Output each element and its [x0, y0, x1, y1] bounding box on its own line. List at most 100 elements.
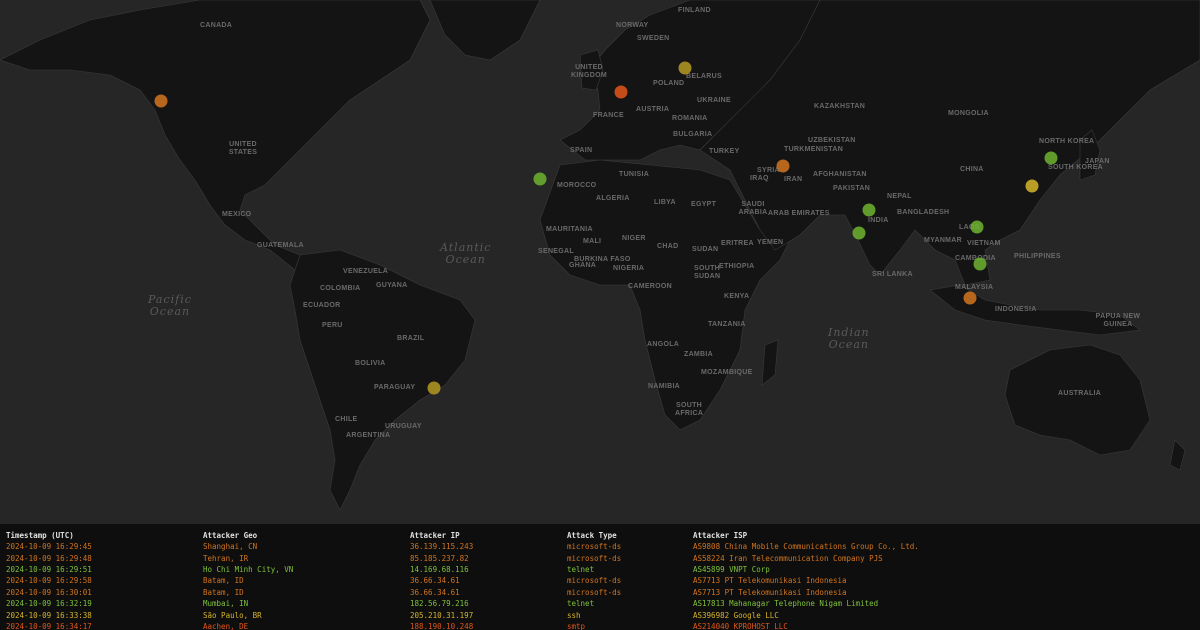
country-label: COLOMBIA — [320, 285, 361, 292]
land-south-america — [289, 249, 476, 511]
attack-log-panel: Timestamp (UTC) Attacker Geo Attacker IP… — [0, 524, 1200, 630]
cell-ip: 85.185.237.82 — [410, 553, 469, 563]
country-label: ANGOLA — [647, 341, 680, 348]
cell-isp: AS396982 Google LLC — [693, 610, 779, 620]
country-label: UNITED STATES — [228, 141, 258, 156]
country-label: FRANCE — [593, 112, 624, 119]
country-label: GUATEMALA — [257, 242, 304, 249]
country-label: NAMIBIA — [648, 383, 681, 390]
country-label: CHAD — [657, 243, 679, 250]
header-timestamp: Timestamp (UTC) — [6, 530, 74, 540]
attack-dot-paris[interactable] — [614, 85, 628, 99]
cell-ip: 36.66.34.61 — [410, 587, 460, 597]
country-label: UNITED KINGDOM — [571, 64, 607, 79]
country-label: ROMANIA — [672, 115, 708, 122]
country-label: ARGENTINA — [346, 432, 391, 439]
country-label: SAUDI ARABIA — [738, 201, 768, 216]
country-label: MOZAMBIQUE — [701, 369, 753, 376]
country-label: SRI LANKA — [872, 271, 913, 278]
country-label: AUSTRIA — [636, 106, 670, 113]
country-label: ALGERIA — [596, 195, 630, 202]
country-label: FINLAND — [678, 7, 711, 14]
cell-isp: AS214040 KPROHOST LLC — [693, 621, 788, 630]
attack-dot-hanoi[interactable] — [970, 220, 984, 234]
country-label: BOLIVIA — [355, 360, 386, 367]
country-label: MYANMAR — [924, 237, 963, 244]
attack-dot-batam[interactable] — [963, 291, 977, 305]
country-label: VIETNAM — [967, 240, 1001, 247]
country-label: LIBYA — [654, 199, 676, 206]
country-label: NORWAY — [616, 22, 649, 29]
country-label: UKRAINE — [697, 97, 731, 104]
cell-type: telnet — [567, 599, 595, 609]
cell-isp: AS58224 Iran Telecommunication Company P… — [693, 553, 883, 563]
country-label: MAURITANIA — [546, 226, 593, 233]
header-attacker-geo: Attacker Geo — [203, 530, 258, 540]
attack-dot-hochiminh[interactable] — [973, 257, 987, 271]
country-label: BELARUS — [686, 73, 722, 80]
attack-dot-canary[interactable] — [533, 172, 547, 186]
table-row: 2024-10-09 16:29:51 Ho Chi Minh City, VN… — [6, 564, 1193, 575]
land-north-america — [0, 0, 431, 271]
country-label: POLAND — [653, 80, 685, 87]
country-label: NORTH KOREA — [1039, 138, 1095, 145]
cell-geo: Batam, ID — [203, 576, 244, 586]
country-label: SOUTH KOREA — [1048, 164, 1104, 171]
cell-type: smtp — [567, 621, 586, 630]
country-label: TANZANIA — [708, 321, 746, 328]
attack-dot-shanghai[interactable] — [1025, 179, 1039, 193]
cell-type: microsoft-ds — [567, 553, 622, 563]
country-label: PHILIPPINES — [1014, 253, 1061, 260]
cell-geo: Batam, ID — [203, 587, 244, 597]
cell-timestamp: 2024-10-09 16:32:19 — [6, 599, 92, 609]
country-label: TUNISIA — [619, 171, 650, 178]
country-label: ECUADOR — [303, 302, 341, 309]
cell-geo: Shanghai, CN — [203, 542, 258, 552]
cell-type: microsoft-ds — [567, 587, 622, 597]
land-new-zealand — [1169, 439, 1186, 471]
table-row: 2024-10-09 16:32:19 Mumbai, IN 182.56.79… — [6, 598, 1193, 609]
country-label: SWEDEN — [637, 35, 670, 42]
cell-type: microsoft-ds — [567, 576, 622, 586]
country-label: MONGOLIA — [948, 110, 989, 117]
country-label: ERITREA — [721, 240, 754, 247]
attack-dot-korea[interactable] — [1044, 151, 1058, 165]
table-row: 2024-10-09 16:34:17 Aachen, DE 188.190.1… — [6, 621, 1193, 630]
country-label: NIGER — [622, 235, 646, 242]
cell-isp: AS17813 Mahanagar Telephone Nigam Limite… — [693, 599, 879, 609]
attack-dot-mumbai[interactable] — [852, 226, 866, 240]
attack-log-table: Timestamp (UTC) Attacker Geo Attacker IP… — [6, 529, 1193, 630]
cell-geo: Ho Chi Minh City, VN — [203, 564, 294, 574]
country-label: KAZAKHSTAN — [814, 103, 866, 110]
country-label: PARAGUAY — [374, 384, 416, 391]
world-map[interactable]: Atlantic Ocean Pacific Ocean Indian Ocea… — [0, 0, 1200, 524]
country-label: SUDAN — [692, 246, 719, 253]
cell-isp: AS7713 PT Telekomunikasi Indonesia — [693, 576, 847, 586]
country-label: ARAB EMIRATES — [768, 210, 830, 217]
country-label: ZAMBIA — [684, 351, 714, 358]
table-row: 2024-10-09 16:30:01 Batam, ID 36.66.34.6… — [6, 587, 1193, 598]
country-label: SENEGAL — [538, 248, 574, 255]
cell-type: ssh — [567, 610, 581, 620]
country-label: SOUTH AFRICA — [675, 402, 704, 417]
attack-dot-seattle[interactable] — [154, 94, 168, 108]
country-label: CANADA — [200, 22, 233, 29]
cell-timestamp: 2024-10-09 16:33:38 — [6, 610, 92, 620]
attack-dot-saopaulo[interactable] — [427, 381, 441, 395]
country-label: NIGERIA — [613, 265, 645, 272]
country-label: AUSTRALIA — [1058, 390, 1102, 397]
country-label: CAMEROON — [628, 283, 673, 290]
country-label: MOROCCO — [557, 182, 597, 189]
country-label: BRAZIL — [397, 335, 425, 342]
cell-timestamp: 2024-10-09 16:29:45 — [6, 542, 92, 552]
table-row: 2024-10-09 16:33:38 São Paulo, BR 205.21… — [6, 609, 1193, 620]
attack-dot-delhi[interactable] — [862, 203, 876, 217]
attack-dot-belarus[interactable] — [678, 61, 692, 75]
cell-timestamp: 2024-10-09 16:29:51 — [6, 564, 92, 574]
country-label: URUGUAY — [385, 423, 422, 430]
table-row: 2024-10-09 16:29:48 Tehran, IR 85.185.23… — [6, 552, 1193, 563]
cell-ip: 188.190.10.248 — [410, 621, 474, 630]
country-label: KENYA — [724, 293, 750, 300]
cell-geo: São Paulo, BR — [203, 610, 262, 620]
attack-dot-tehran[interactable] — [776, 159, 790, 173]
